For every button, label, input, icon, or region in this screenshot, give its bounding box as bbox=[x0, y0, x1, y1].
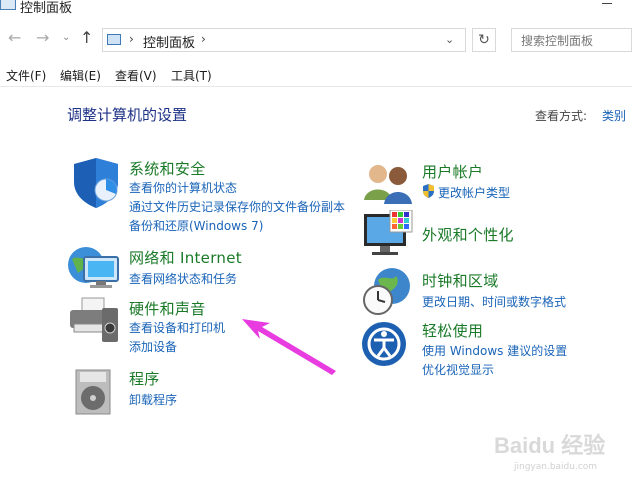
link-optimize-visual-display[interactable]: 优化视觉显示 bbox=[422, 361, 494, 378]
menu-edit[interactable]: 编辑(E) bbox=[60, 67, 101, 84]
category-hardware-sound[interactable]: 硬件和声音 bbox=[129, 298, 206, 319]
category-programs[interactable]: 程序 bbox=[129, 368, 160, 389]
title-bar: 控制面板 bbox=[0, 0, 632, 22]
back-arrow-icon[interactable]: ← bbox=[8, 28, 21, 47]
menu-tools[interactable]: 工具(T) bbox=[171, 67, 212, 84]
category-clock-region[interactable]: 时钟和区域 bbox=[422, 270, 499, 291]
uac-shield-icon bbox=[423, 184, 434, 198]
programs-disc-icon[interactable] bbox=[68, 366, 124, 416]
accessibility-icon[interactable] bbox=[362, 318, 418, 368]
printer-icon[interactable] bbox=[66, 294, 122, 344]
shield-icon[interactable] bbox=[68, 158, 124, 208]
link-change-account-type[interactable]: 更改帐户类型 bbox=[438, 184, 510, 201]
users-icon[interactable] bbox=[362, 160, 418, 210]
link-devices-printers[interactable]: 查看设备和打印机 bbox=[129, 319, 225, 336]
view-by-dropdown[interactable]: 类别 bbox=[602, 107, 626, 124]
breadcrumb-item[interactable]: 控制面板 bbox=[143, 32, 195, 51]
address-bar[interactable]: › 控制面板 › ⌄ bbox=[102, 28, 466, 52]
globe-network-icon[interactable] bbox=[66, 243, 122, 293]
breadcrumb-separator[interactable]: › bbox=[129, 32, 134, 46]
link-change-date-time-format[interactable]: 更改日期、时间或数字格式 bbox=[422, 293, 566, 310]
category-user-accounts[interactable]: 用户帐户 bbox=[422, 161, 483, 182]
recent-locations-chevron-icon[interactable]: ⌄ bbox=[62, 32, 70, 43]
control-panel-icon bbox=[107, 34, 121, 45]
link-view-computer-status[interactable]: 查看你的计算机状态 bbox=[129, 179, 237, 196]
watermark-url: jingyan.baidu.com bbox=[514, 462, 598, 472]
page-title: 调整计算机的设置 bbox=[67, 106, 188, 124]
link-file-history-backup[interactable]: 通过文件历史记录保存你的文件备份副本 bbox=[129, 198, 345, 215]
menu-file[interactable]: 文件(F) bbox=[6, 67, 46, 84]
monitor-icon[interactable] bbox=[362, 210, 418, 260]
forward-arrow-icon[interactable]: → bbox=[36, 28, 49, 47]
watermark: Baidu 经验 jingyan.baidu.com bbox=[472, 420, 632, 480]
link-view-network-status[interactable]: 查看网络状态和任务 bbox=[129, 270, 237, 287]
category-appearance-personalization[interactable]: 外观和个性化 bbox=[422, 224, 514, 245]
category-network-internet[interactable]: 网络和 Internet bbox=[129, 247, 242, 268]
category-system-security[interactable]: 系统和安全 bbox=[129, 158, 206, 179]
refresh-icon[interactable]: ↻ bbox=[472, 28, 496, 52]
breadcrumb-separator[interactable]: › bbox=[201, 32, 206, 46]
up-arrow-icon[interactable]: ↑ bbox=[80, 28, 93, 47]
link-add-device[interactable]: 添加设备 bbox=[129, 338, 177, 355]
link-uninstall-program[interactable]: 卸载程序 bbox=[129, 391, 177, 408]
clock-globe-icon[interactable] bbox=[362, 266, 418, 316]
chevron-down-icon[interactable]: ⌄ bbox=[445, 33, 454, 46]
annotation-arrow bbox=[242, 319, 336, 375]
menu-view[interactable]: 查看(V) bbox=[115, 67, 157, 84]
search-placeholder[interactable]: 搜索控制面板 bbox=[521, 32, 593, 49]
menu-bar: 文件(F) 编辑(E) 查看(V) 工具(T) bbox=[0, 64, 632, 87]
control-panel-icon bbox=[0, 0, 16, 10]
window-title: 控制面板 bbox=[20, 1, 73, 16]
link-use-recommended-settings[interactable]: 使用 Windows 建议的设置 bbox=[422, 342, 567, 359]
watermark-brand: Baidu 经验 bbox=[494, 433, 606, 458]
link-backup-restore[interactable]: 备份和还原(Windows 7) bbox=[129, 217, 263, 234]
view-by-label: 查看方式: bbox=[535, 109, 588, 123]
minimize-button[interactable] bbox=[600, 0, 614, 10]
search-input[interactable]: 搜索控制面板 bbox=[511, 28, 632, 52]
category-ease-of-access[interactable]: 轻松使用 bbox=[422, 320, 483, 341]
